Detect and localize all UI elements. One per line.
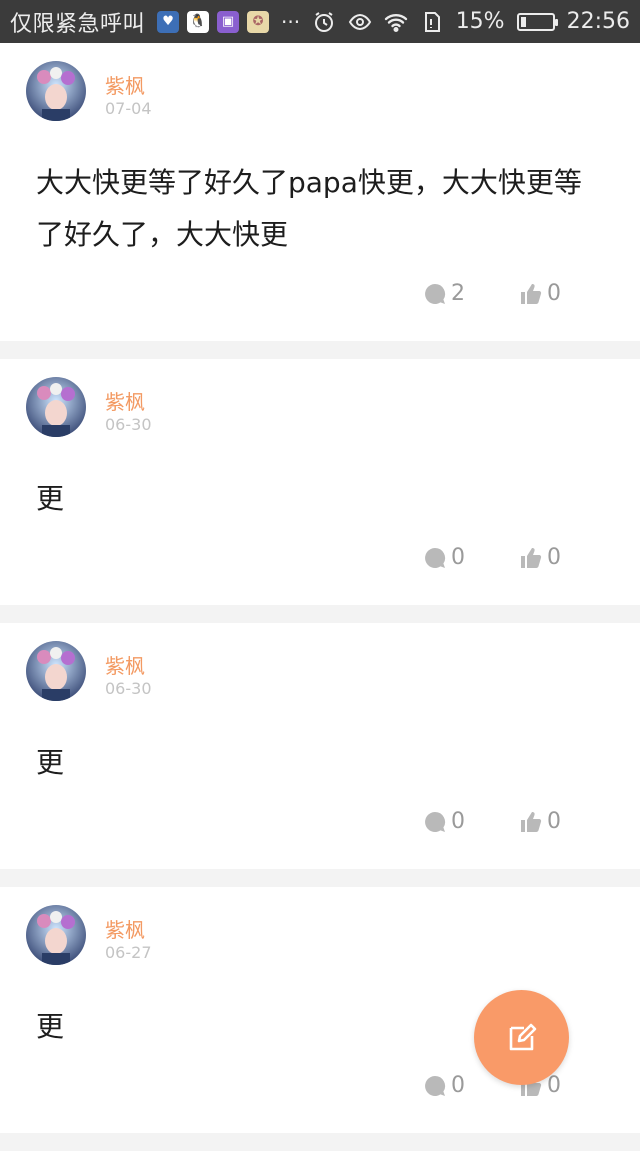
- list-item: 紫枫 06-30 更 0 0: [0, 623, 640, 869]
- comment-button[interactable]: 0: [423, 1073, 465, 1098]
- like-count: 0: [547, 281, 561, 306]
- compose-button[interactable]: [474, 990, 569, 1085]
- username[interactable]: 紫枫: [105, 914, 145, 943]
- status-bar: 仅限紧急呼叫 ♥ 🐧 ▣ ✪ ··· 15% 22:56: [0, 0, 640, 43]
- like-button[interactable]: 0: [519, 281, 561, 306]
- post-date: 07-04: [105, 99, 152, 118]
- post-text: 更: [36, 746, 65, 779]
- comment-count: 0: [451, 545, 465, 570]
- list-item: 紫枫 07-04 大大快更等了好久了papa快更，大大快更等了好久了，大大快更 …: [0, 43, 640, 341]
- username[interactable]: 紫枫: [105, 70, 145, 99]
- comment-icon: [425, 283, 446, 304]
- comment-button[interactable]: 0: [423, 809, 465, 834]
- like-count: 0: [547, 809, 561, 834]
- like-button[interactable]: 0: [519, 809, 561, 834]
- carrier-text: 仅限紧急呼叫: [10, 11, 146, 37]
- qq-icon: 🐧: [187, 10, 210, 33]
- like-count: 0: [547, 1073, 561, 1098]
- post-date: 06-27: [105, 943, 152, 962]
- like-count: 0: [547, 545, 561, 570]
- username[interactable]: 紫枫: [105, 650, 145, 679]
- post-date: 06-30: [105, 415, 152, 434]
- battery-icon: [516, 12, 558, 31]
- battery-percent: 15%: [455, 9, 505, 34]
- like-button[interactable]: 0: [519, 545, 561, 570]
- app-blue-icon: ♥: [157, 10, 180, 33]
- post-text: 更: [36, 482, 65, 515]
- post-date: 06-30: [105, 679, 152, 698]
- comment-count: 0: [451, 1073, 465, 1098]
- comment-count: 0: [451, 809, 465, 834]
- comment-icon: [425, 1075, 446, 1096]
- post-text: 大大快更等了好久了papa快更，大大快更等了好久了，大大快更: [36, 166, 582, 251]
- sim-icon: [424, 11, 440, 32]
- comment-feed: 紫枫 07-04 大大快更等了好久了papa快更，大大快更等了好久了，大大快更 …: [0, 43, 640, 1151]
- alarm-icon: [314, 11, 333, 32]
- more-notifications-icon: ···: [281, 9, 301, 34]
- avatar[interactable]: [26, 377, 86, 437]
- eye-icon: [348, 13, 371, 30]
- comment-button[interactable]: 2: [423, 281, 465, 306]
- avatar[interactable]: [26, 905, 86, 965]
- comment-icon: [425, 811, 446, 832]
- thumbs-up-icon: [521, 547, 542, 568]
- app-purple-icon: ▣: [217, 10, 240, 33]
- avatar[interactable]: [26, 641, 86, 701]
- comment-count: 2: [451, 281, 465, 306]
- comment-icon: [425, 547, 446, 568]
- avatar[interactable]: [26, 61, 86, 121]
- clock: 22:56: [566, 9, 630, 34]
- username[interactable]: 紫枫: [105, 386, 145, 415]
- thumbs-up-icon: [521, 283, 542, 304]
- thumbs-up-icon: [521, 811, 542, 832]
- list-item: 紫枫 06-30 更 0 0: [0, 359, 640, 605]
- app-star-icon: ✪: [247, 10, 270, 33]
- wifi-icon: [384, 13, 407, 32]
- edit-icon: [509, 1023, 536, 1050]
- comment-button[interactable]: 0: [423, 545, 465, 570]
